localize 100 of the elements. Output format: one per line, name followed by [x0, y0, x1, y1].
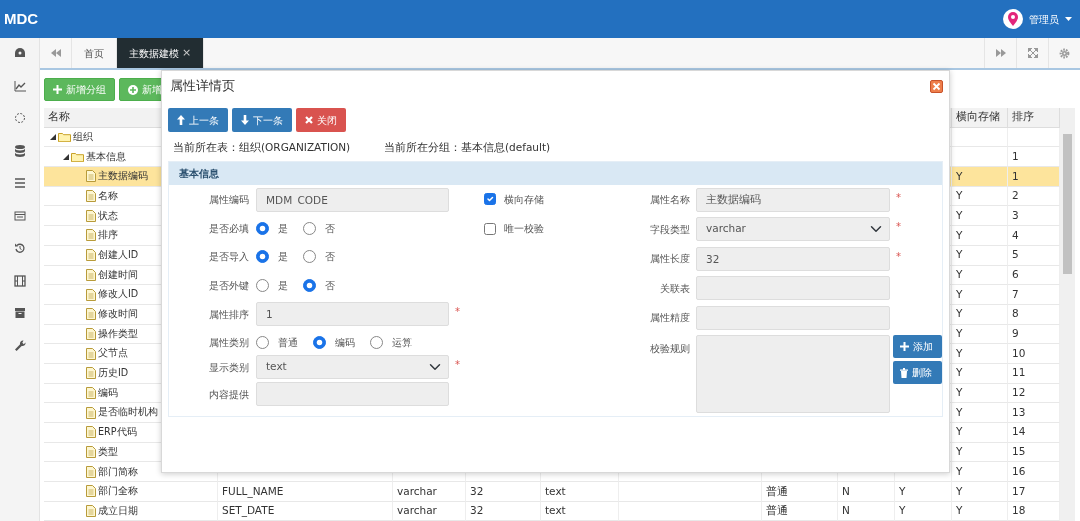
- file-icon: [86, 308, 96, 321]
- file-icon: [86, 249, 96, 262]
- select-field[interactable]: text: [256, 355, 449, 380]
- table-cell: Y: [952, 344, 1008, 364]
- plus-icon: [900, 342, 909, 352]
- plus-icon: [53, 85, 62, 94]
- delete-button[interactable]: 删除: [893, 361, 942, 385]
- forward-icon[interactable]: [995, 49, 1006, 57]
- table-cell: Y: [952, 403, 1008, 423]
- input-field[interactable]: [696, 276, 890, 301]
- table-cell: FULL_NAME: [218, 482, 393, 502]
- file-icon: [86, 229, 96, 242]
- table-cell: Y: [952, 383, 1008, 404]
- radio-label: 运算: [392, 336, 412, 351]
- database-icon[interactable]: [13, 143, 26, 158]
- radio-label: 是: [278, 250, 288, 265]
- close-icon[interactable]: [930, 79, 943, 93]
- trash-icon: [900, 367, 908, 378]
- field-label: 校验规则: [649, 342, 690, 357]
- table-cell: Y: [952, 442, 1008, 463]
- close-icon: [305, 116, 313, 124]
- arrow-up-icon: [177, 115, 185, 125]
- table-cell: Y: [952, 285, 1008, 305]
- film-icon[interactable]: [13, 273, 26, 288]
- radio-button[interactable]: [256, 336, 269, 350]
- table-cell: Y: [952, 304, 1008, 325]
- input-field[interactable]: MDM_CODE: [256, 187, 449, 212]
- file-icon: [86, 209, 96, 222]
- radio-button[interactable]: [256, 278, 269, 292]
- archive-icon[interactable]: [13, 306, 26, 320]
- table-cell: varchar: [393, 501, 466, 521]
- required-mark: *: [455, 358, 460, 373]
- tab[interactable]: 主数据建模 ×: [117, 38, 205, 68]
- info-text: 当前所在分组：基本信息(default): [384, 140, 551, 155]
- backward-icon[interactable]: [50, 49, 61, 57]
- line-chart-icon[interactable]: [13, 78, 26, 93]
- wrench-icon[interactable]: [13, 338, 26, 353]
- close-button[interactable]: 关闭: [296, 108, 346, 132]
- checkbox[interactable]: [484, 193, 496, 206]
- table-cell: Y: [952, 324, 1008, 345]
- file-icon: [86, 465, 96, 478]
- file-icon: [86, 367, 96, 380]
- menu-icon[interactable]: [13, 176, 26, 190]
- tree-item[interactable]: 部门全称: [44, 482, 218, 502]
- radio-button[interactable]: [303, 222, 316, 236]
- column-header[interactable]: 横向存储: [952, 108, 1008, 128]
- radio-label: 否: [325, 278, 335, 293]
- checkbox-label: 横向存储: [504, 192, 544, 207]
- radio-button[interactable]: [313, 336, 326, 350]
- select-field[interactable]: varchar: [696, 217, 890, 242]
- table-cell: varchar: [393, 482, 466, 502]
- input-field[interactable]: 32: [696, 246, 890, 271]
- spinner-icon[interactable]: [13, 111, 26, 125]
- radio-button[interactable]: [303, 278, 316, 292]
- radio-button[interactable]: [256, 222, 269, 236]
- file-icon: [86, 170, 96, 183]
- list-icon[interactable]: [13, 208, 26, 223]
- user-avatar[interactable]: [1003, 9, 1023, 29]
- file-icon: [86, 288, 96, 301]
- file-icon: [86, 268, 96, 281]
- previous-button[interactable]: 上一条: [168, 108, 228, 132]
- file-icon: [86, 386, 96, 399]
- input-field[interactable]: 主数据编码: [696, 187, 890, 212]
- input-field[interactable]: [256, 382, 449, 407]
- user-name[interactable]: 管理员: [1029, 11, 1059, 27]
- file-icon: [86, 505, 96, 518]
- file-icon: [86, 327, 96, 340]
- tree-item[interactable]: 成立日期: [44, 501, 218, 521]
- fullscreen-icon[interactable]: [1027, 48, 1038, 58]
- input-field[interactable]: 1: [256, 302, 449, 326]
- file-icon: [86, 347, 96, 360]
- dialog-title: 属性详情页: [170, 76, 235, 95]
- checkbox[interactable]: [484, 222, 496, 235]
- table-cell: Y: [895, 482, 952, 502]
- dashboard-icon[interactable]: [13, 46, 26, 60]
- radio-label: 否: [325, 222, 335, 237]
- settings-icon[interactable]: [1059, 47, 1070, 59]
- table-cell: Y: [952, 265, 1008, 286]
- radio-button[interactable]: [370, 336, 383, 350]
- radio-button[interactable]: [303, 250, 316, 264]
- file-icon: [86, 406, 96, 419]
- folder-icon: [71, 151, 84, 162]
- field-label: 属性精度: [649, 311, 690, 326]
- add-button[interactable]: 添加: [893, 335, 942, 359]
- table-cell: N: [838, 501, 895, 521]
- caret-icon[interactable]: [1065, 17, 1072, 21]
- input-field[interactable]: [696, 305, 890, 330]
- file-icon: [86, 485, 96, 498]
- scrollbar[interactable]: [1060, 108, 1075, 521]
- tab-close-button[interactable]: ×: [182, 44, 192, 62]
- expanded-icon[interactable]: [63, 153, 69, 160]
- history-icon[interactable]: [13, 241, 26, 255]
- expanded-icon[interactable]: [50, 134, 56, 141]
- table-cell: text: [541, 501, 619, 521]
- file-icon: [86, 426, 96, 439]
- section-header: 基本信息: [169, 161, 942, 185]
- table-cell: 32: [466, 482, 541, 502]
- radio-button[interactable]: [256, 250, 269, 264]
- column-header[interactable]: 排序: [1008, 108, 1060, 128]
- next-button[interactable]: 下一条: [232, 108, 292, 132]
